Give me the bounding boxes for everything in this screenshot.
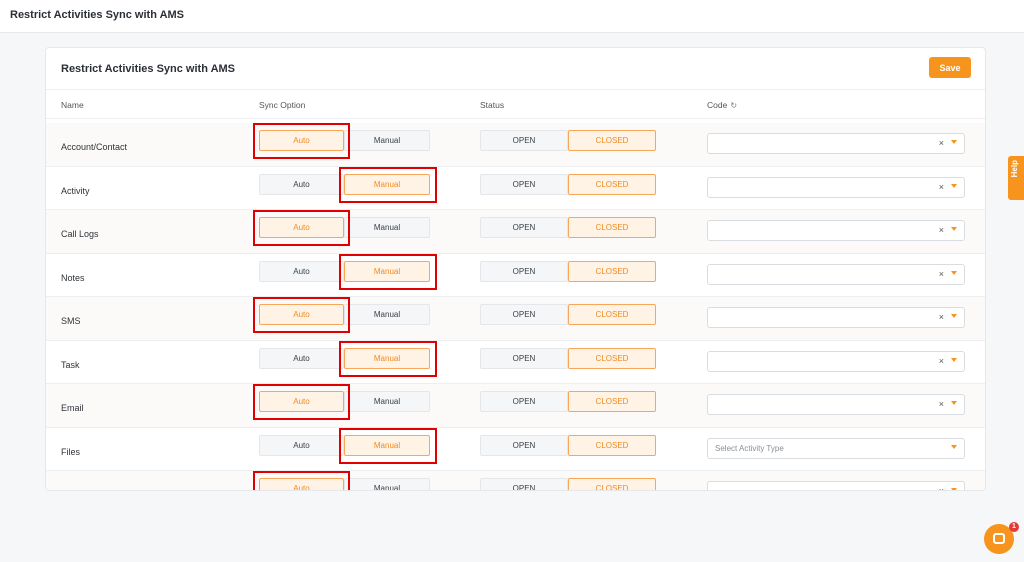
status-closed-button[interactable]: CLOSED [568, 304, 656, 325]
sync-auto-button[interactable]: Auto [259, 260, 344, 282]
table-header-divider [46, 118, 985, 119]
sync-manual-button[interactable]: Manual [344, 478, 430, 490]
code-select[interactable]: Select Activity Type [707, 437, 965, 459]
top-bar: Restrict Activities Sync with AMS [0, 0, 1024, 33]
table-row: eSignature Auto Manual OPEN CLOSED × [46, 471, 985, 491]
clear-icon[interactable]: × [939, 312, 944, 322]
row-name: Task [61, 359, 80, 370]
row-name: Account/Contact [61, 142, 128, 152]
chevron-down-icon[interactable] [951, 314, 957, 318]
sync-auto-button[interactable]: Auto [259, 347, 344, 369]
status-closed-button[interactable]: CLOSED [568, 260, 656, 282]
help-tab[interactable]: Help [1008, 156, 1024, 200]
code-select[interactable]: × [707, 263, 965, 285]
sync-manual-button[interactable]: Manual [344, 391, 430, 412]
status-closed-button[interactable]: CLOSED [568, 173, 656, 195]
sync-auto-button[interactable]: Auto [259, 478, 344, 490]
column-header-status: Status [480, 100, 505, 110]
settings-card: Restrict Activities Sync with AMS Save N… [45, 47, 986, 491]
status-open-button[interactable]: OPEN [480, 391, 568, 412]
code-select[interactable]: × [707, 394, 965, 415]
sync-manual-button[interactable]: Manual [344, 304, 430, 325]
row-name: Files [61, 446, 81, 457]
chat-notification-badge: 1 [1009, 522, 1019, 532]
column-header-name: Name [61, 100, 84, 110]
page-title: Restrict Activities Sync with AMS [10, 9, 185, 21]
sync-auto-button[interactable]: Auto [259, 130, 344, 151]
table-row: Account/Contact Auto Manual OPEN CLOSED … [46, 123, 985, 167]
table-row: Notes Auto Manual OPEN CLOSED × [46, 253, 985, 297]
refresh-icon[interactable]: ↻ [730, 101, 737, 110]
save-button[interactable]: Save [929, 57, 971, 78]
code-select[interactable]: × [707, 481, 965, 490]
clear-icon[interactable]: × [939, 356, 944, 366]
code-select[interactable]: × [707, 350, 965, 372]
status-open-button[interactable]: OPEN [480, 173, 568, 195]
clear-icon[interactable]: × [939, 399, 944, 409]
clear-icon[interactable]: × [939, 269, 944, 279]
sync-manual-button[interactable]: Manual [344, 217, 430, 238]
clear-icon[interactable]: × [939, 182, 944, 192]
card-header: Restrict Activities Sync with AMS Save [46, 48, 985, 90]
sync-manual-button[interactable]: Manual [344, 173, 430, 195]
sync-auto-button[interactable]: Auto [259, 304, 344, 325]
code-select[interactable]: × [707, 220, 965, 241]
chevron-down-icon[interactable] [951, 488, 957, 490]
code-select-placeholder: Select Activity Type [715, 443, 784, 453]
clear-icon[interactable]: × [939, 486, 944, 490]
sync-auto-button[interactable]: Auto [259, 434, 344, 456]
clear-icon[interactable]: × [939, 138, 944, 148]
status-closed-button[interactable]: CLOSED [568, 478, 656, 490]
chevron-down-icon[interactable] [951, 140, 957, 144]
status-closed-button[interactable]: CLOSED [568, 347, 656, 369]
code-select[interactable]: × [707, 176, 965, 198]
status-open-button[interactable]: OPEN [480, 304, 568, 325]
chat-icon [993, 533, 1005, 544]
status-open-button[interactable]: OPEN [480, 478, 568, 490]
row-name: Activity [61, 185, 90, 196]
table-row: SMS Auto Manual OPEN CLOSED × [46, 297, 985, 341]
column-header-sync-option: Sync Option [259, 100, 306, 110]
table-row: Email Auto Manual OPEN CLOSED × [46, 384, 985, 428]
sync-manual-button[interactable]: Manual [344, 347, 430, 369]
chevron-down-icon[interactable] [951, 444, 957, 449]
chevron-down-icon[interactable] [951, 270, 957, 275]
code-select[interactable]: × [707, 307, 965, 328]
table-row: Activity Auto Manual OPEN CLOSED × [46, 166, 985, 210]
sync-auto-button[interactable]: Auto [259, 391, 344, 412]
status-open-button[interactable]: OPEN [480, 217, 568, 238]
status-open-button[interactable]: OPEN [480, 347, 568, 369]
status-open-button[interactable]: OPEN [480, 130, 568, 151]
status-closed-button[interactable]: CLOSED [568, 130, 656, 151]
table-row: Call Logs Auto Manual OPEN CLOSED × [46, 210, 985, 254]
status-closed-button[interactable]: CLOSED [568, 391, 656, 412]
chevron-down-icon[interactable] [951, 227, 957, 231]
row-name: eSignature [61, 490, 105, 491]
row-name: Email [61, 403, 84, 413]
sync-auto-button[interactable]: Auto [259, 173, 344, 195]
chevron-down-icon[interactable] [951, 357, 957, 362]
sync-manual-button[interactable]: Manual [344, 434, 430, 456]
sync-manual-button[interactable]: Manual [344, 260, 430, 282]
status-closed-button[interactable]: CLOSED [568, 217, 656, 238]
table-row: Task Auto Manual OPEN CLOSED × [46, 340, 985, 384]
chevron-down-icon[interactable] [951, 183, 957, 188]
sync-manual-button[interactable]: Manual [344, 130, 430, 151]
chevron-down-icon[interactable] [951, 401, 957, 405]
status-open-button[interactable]: OPEN [480, 260, 568, 282]
row-name: Notes [61, 272, 85, 283]
column-header-code: Code ↻ [707, 100, 737, 110]
table-row: Files Auto Manual OPEN CLOSED Select Act… [46, 427, 985, 471]
sync-auto-button[interactable]: Auto [259, 217, 344, 238]
clear-icon[interactable]: × [939, 225, 944, 235]
card-title: Restrict Activities Sync with AMS [61, 63, 236, 75]
chat-launcher-button[interactable]: 1 [984, 522, 1019, 554]
row-name: SMS [61, 316, 81, 326]
column-header-code-label: Code [707, 100, 728, 110]
code-select[interactable]: × [707, 133, 965, 154]
status-open-button[interactable]: OPEN [480, 434, 568, 456]
row-name: Call Logs [61, 229, 99, 239]
help-label: Help [1010, 160, 1019, 178]
status-closed-button[interactable]: CLOSED [568, 434, 656, 456]
